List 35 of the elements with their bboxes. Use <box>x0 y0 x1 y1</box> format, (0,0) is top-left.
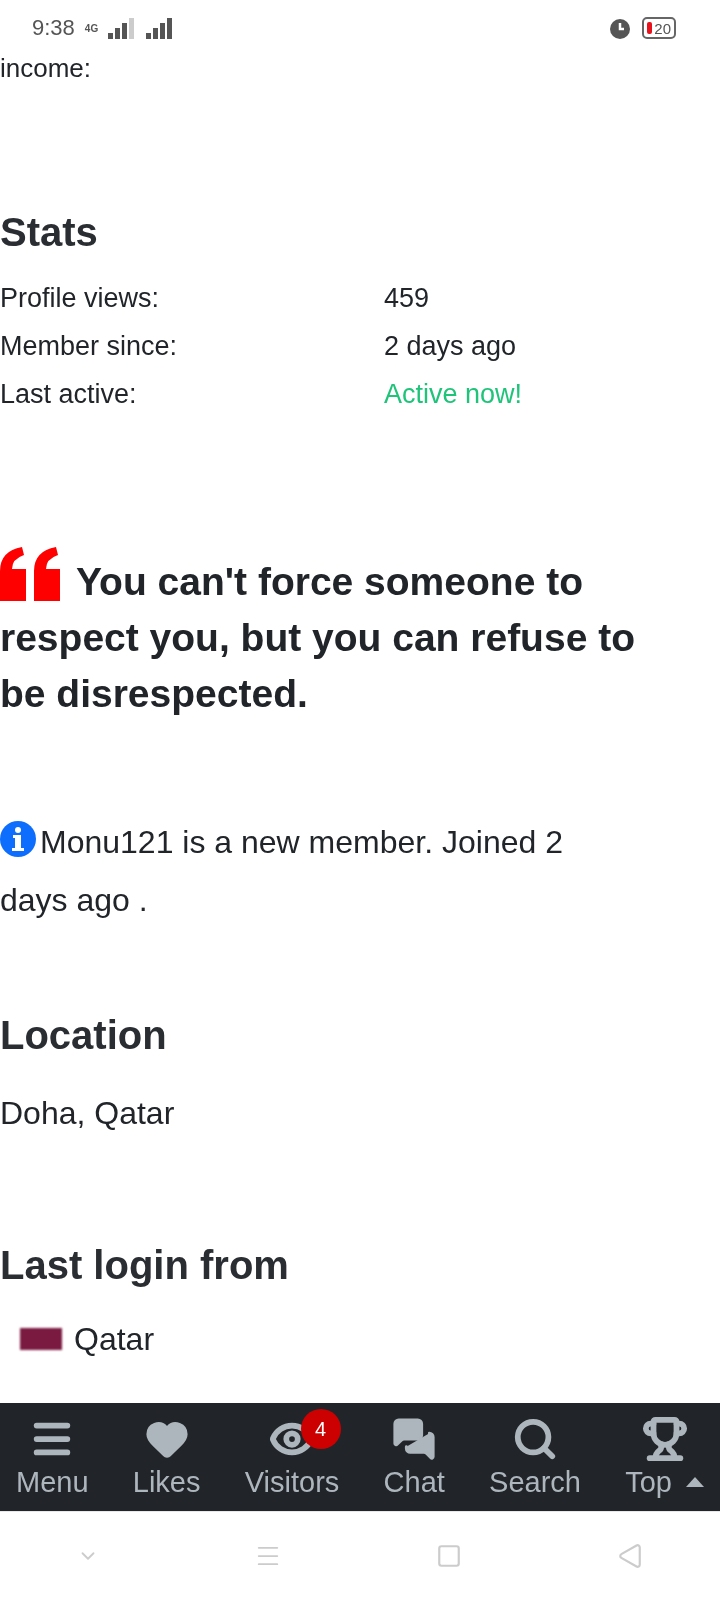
count-badge: 4 <box>300 1409 341 1449</box>
clock-time: 9:38 <box>32 15 75 41</box>
nav-item[interactable]: 4 Visitors <box>238 1403 346 1511</box>
stat-value: 459 <box>384 282 431 315</box>
stat-label: Member since: <box>0 330 179 363</box>
quote-icon <box>0 547 62 601</box>
section-heading: Last login from <box>0 1242 290 1289</box>
stat-label: Profile views: <box>0 282 161 315</box>
home-icon[interactable] <box>436 1543 463 1569</box>
back-icon[interactable] <box>616 1543 643 1569</box>
country-text: Qatar <box>74 1320 155 1359</box>
network-type: 4G <box>84 22 99 34</box>
nav-item[interactable]: Likes <box>126 1403 207 1511</box>
caret-up-icon <box>686 1477 704 1487</box>
quote-text: You can't force someone to respect you, but you can refuse to be disrespected. <box>0 547 690 722</box>
nav-item[interactable]: Top <box>619 1403 710 1511</box>
nav-item[interactable]: Chat <box>377 1403 451 1511</box>
notice-text: Monu121 is a new member. Joined 2 days ago . <box>0 813 600 929</box>
signal-icon <box>108 17 137 39</box>
alarm-icon <box>608 16 633 40</box>
section-text: income: <box>0 56 93 80</box>
location-text: Doha, Qatar <box>0 1094 175 1133</box>
stat-value: Active now! <box>384 378 524 411</box>
flag-icon <box>20 1328 62 1350</box>
section-heading: Stats <box>0 209 99 256</box>
nav-item[interactable]: Menu <box>10 1403 95 1511</box>
nav-item[interactable]: Search <box>483 1403 587 1511</box>
stat-label: Last active: <box>0 378 138 411</box>
chat-bubbles-icon <box>391 1415 438 1462</box>
signal-icon <box>146 17 175 39</box>
section-heading: Location <box>0 1012 168 1059</box>
battery-icon: 20 <box>642 17 676 39</box>
info-icon <box>0 821 36 857</box>
trophy-icon <box>641 1415 688 1462</box>
stat-value: 2 days ago <box>384 330 518 363</box>
